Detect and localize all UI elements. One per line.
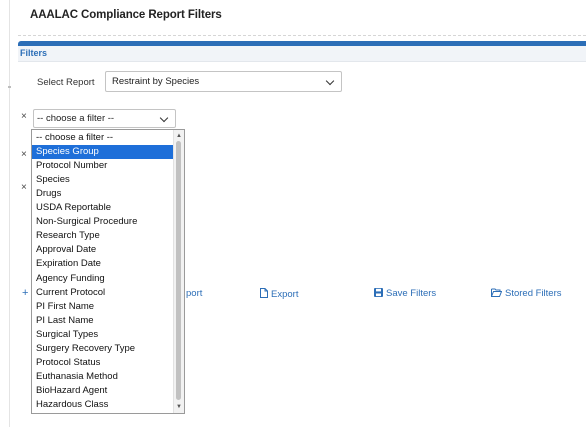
save-filters-label: Save Filters xyxy=(386,288,437,299)
chevron-down-icon xyxy=(159,113,169,123)
left-border-tick xyxy=(8,86,11,88)
stored-filters-label: Stored Filters xyxy=(505,288,562,299)
folder-open-icon xyxy=(491,288,503,297)
dropdown-option[interactable]: Agency Funding xyxy=(32,272,174,286)
remove-filter-button[interactable]: × xyxy=(21,149,27,160)
stored-filters-button[interactable]: Stored Filters xyxy=(491,288,562,299)
left-border-line xyxy=(9,0,10,427)
dropdown-option[interactable]: -- choose a filter -- xyxy=(32,131,174,145)
filter-options-listbox[interactable]: -- choose a filter -- Species Group Protoc… xyxy=(31,129,185,414)
filter-select-value: -- choose a filter -- xyxy=(37,113,115,124)
dropdown-option[interactable]: Hazardous Class xyxy=(32,398,174,412)
remove-filter-button[interactable]: × xyxy=(21,182,27,193)
file-icon xyxy=(260,288,268,298)
export-label: Export xyxy=(271,289,299,300)
dropdown-option[interactable]: Non-Surgical Procedure xyxy=(32,215,174,229)
dropdown-option[interactable]: Drugs xyxy=(32,187,174,201)
dropdown-option[interactable]: PI Last Name xyxy=(32,314,174,328)
select-report-value: Restraint by Species xyxy=(112,76,200,87)
chevron-down-icon xyxy=(325,76,335,86)
scroll-down-arrow-icon[interactable]: ▼ xyxy=(176,403,182,411)
remove-filter-button[interactable]: × xyxy=(21,111,27,122)
page-title: AAALAC Compliance Report Filters xyxy=(30,9,222,21)
listbox-scrollbar[interactable]: ▲ ▼ xyxy=(173,130,184,413)
dropdown-option[interactable]: Euthanasia Method xyxy=(32,370,174,384)
save-icon xyxy=(374,288,383,297)
dropdown-option[interactable]: Approval Date xyxy=(32,243,174,257)
add-filter-button[interactable]: + xyxy=(22,287,28,299)
report-button[interactable]: port xyxy=(186,288,202,299)
scrollbar-thumb[interactable] xyxy=(176,141,181,400)
dropdown-option[interactable]: Research Type xyxy=(32,229,174,243)
dropdown-option[interactable]: PI First Name xyxy=(32,300,174,314)
filters-panel-heading: Filters xyxy=(18,46,586,62)
title-divider xyxy=(18,35,586,36)
dropdown-option[interactable]: Protocol Status xyxy=(32,356,174,370)
dropdown-option[interactable]: Current Protocol xyxy=(32,286,174,300)
scroll-up-arrow-icon[interactable]: ▲ xyxy=(176,132,182,140)
select-report-dropdown[interactable]: Restraint by Species xyxy=(105,71,342,92)
dropdown-option[interactable]: Surgical Types xyxy=(32,328,174,342)
dropdown-option[interactable]: Surgery Recovery Type xyxy=(32,342,174,356)
select-report-label: Select Report xyxy=(37,77,95,88)
dropdown-option[interactable]: Protocol Number xyxy=(32,159,174,173)
filter-select-dropdown[interactable]: -- choose a filter -- xyxy=(33,109,176,128)
dropdown-option[interactable]: Species Group xyxy=(32,145,174,160)
dropdown-option[interactable]: Expiration Date xyxy=(32,257,174,271)
dropdown-option[interactable]: BioHazard Agent xyxy=(32,384,174,398)
dropdown-option[interactable]: Species xyxy=(32,173,174,187)
dropdown-option[interactable]: USDA Reportable xyxy=(32,201,174,215)
export-button[interactable]: Export xyxy=(260,288,298,300)
save-filters-button[interactable]: Save Filters xyxy=(374,288,436,299)
filters-heading-text: Filters xyxy=(20,48,48,58)
